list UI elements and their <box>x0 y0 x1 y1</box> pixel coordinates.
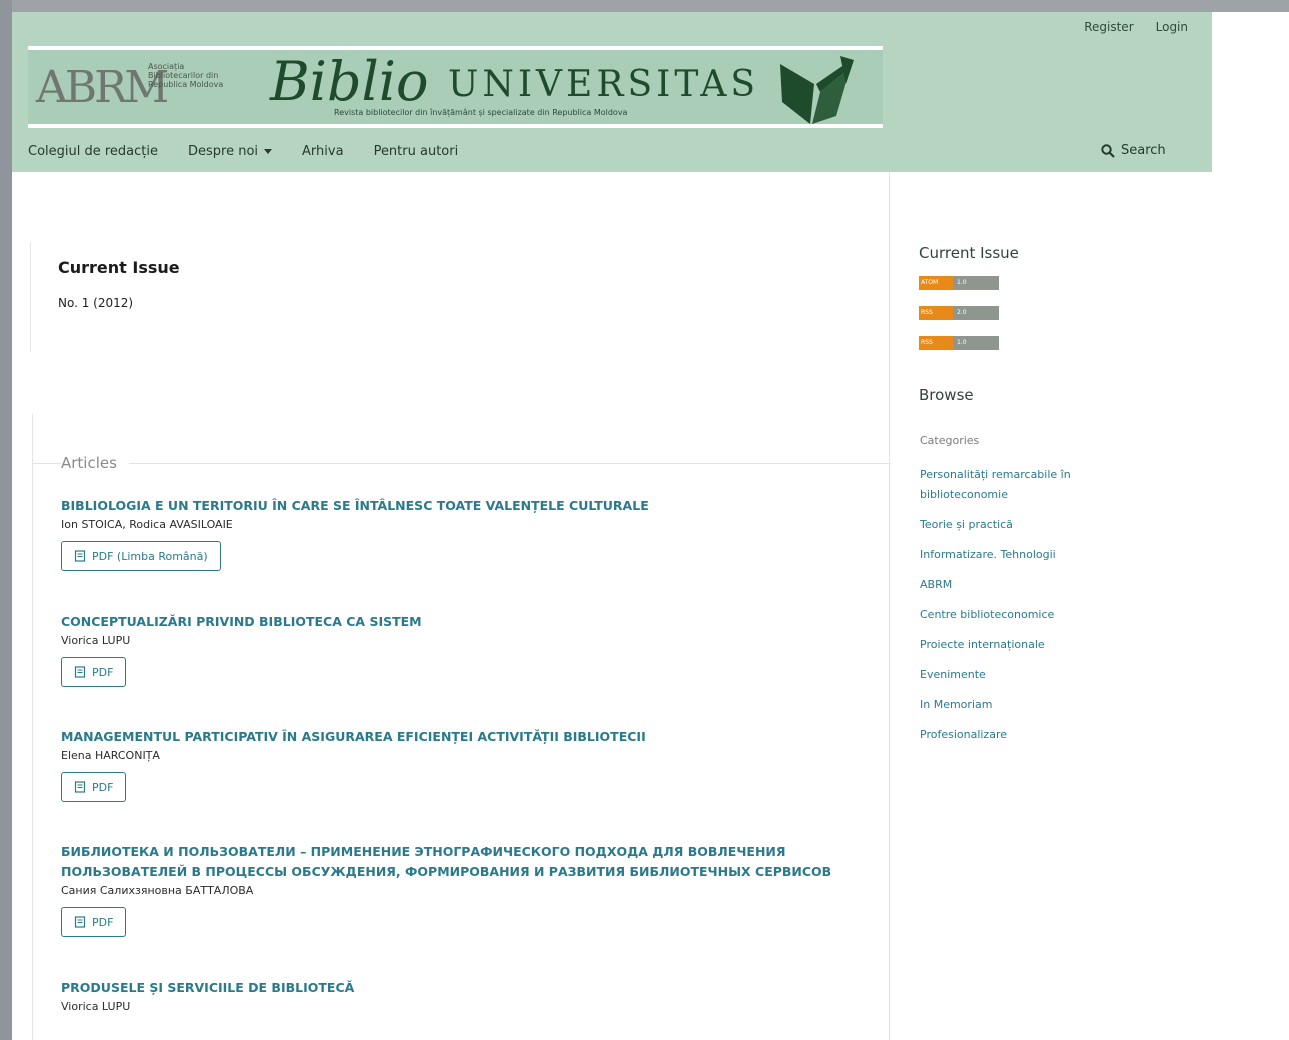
abrm-logo: ABRM <box>36 62 169 113</box>
nav-colegiul-de-redactie[interactable]: Colegiul de redacție <box>28 144 158 159</box>
association-name: Asociația Bibliotecarilor din Republica … <box>148 62 224 89</box>
article-item: PRODUSELE ȘI SERVICIILE DE BIBLIOTECĂ Vi… <box>61 978 861 1013</box>
nav-pentru-autori[interactable]: Pentru autori <box>374 144 459 159</box>
article-title-link[interactable]: MANAGEMENTUL PARTICIPATIV ÎN ASIGURAREA … <box>61 727 861 747</box>
window-backdrop-top <box>0 0 1289 12</box>
feed-type: ATOM <box>919 276 953 290</box>
article-item: CONCEPTUALIZĂRI PRIVIND BIBLIOTECA CA SI… <box>61 612 861 687</box>
article-authors: Ion STOICA, Rodica AVASILOAIE <box>61 518 233 531</box>
nav-despre-noi[interactable]: Despre noi <box>188 144 273 159</box>
browse-item[interactable]: Proiecte internaționale <box>920 635 1120 655</box>
article-authors: Сания Салихзяновна БАТТАЛОВА <box>61 884 254 897</box>
login-link[interactable]: Login <box>1156 20 1188 34</box>
sidebar-browse-title: Browse <box>919 386 974 404</box>
user-nav: Register Login <box>1084 20 1188 34</box>
nav-label: Pentru autori <box>373 144 459 159</box>
document-icon <box>74 666 86 678</box>
browse-item[interactable]: ABRM <box>920 575 1120 595</box>
article-title-link[interactable]: BIBLIOLOGIA E UN TERITORIU ÎN CARE SE ÎN… <box>61 496 861 516</box>
feed-type: RSS <box>919 306 953 320</box>
book-logo-icon <box>780 56 854 124</box>
pdf-button[interactable]: PDF (Limba Română) <box>61 541 221 571</box>
nav-label: Arhiva <box>302 144 344 159</box>
document-icon <box>74 781 86 793</box>
browse-item[interactable]: Centre biblioteconomice <box>920 605 1120 625</box>
issue-divider <box>30 242 31 352</box>
feed-version: 1.0 <box>953 336 999 350</box>
site-header: Register Login ABRM Asociația Biblioteca… <box>12 12 1212 172</box>
pdf-button[interactable]: PDF <box>61 772 127 802</box>
feed-version: 2.0 <box>953 306 999 320</box>
feed-type: RSS <box>919 336 953 350</box>
browse-categories[interactable]: Categories <box>920 431 1120 451</box>
article-title-link[interactable]: CONCEPTUALIZĂRI PRIVIND BIBLIOTECA CA SI… <box>61 612 861 632</box>
journal-subtitle: Revista bibliotecilor din învățământ și … <box>334 108 628 117</box>
chevron-down-icon <box>264 149 273 154</box>
browse-item[interactable]: Informatizare. Tehnologii <box>920 545 1120 565</box>
browse-item[interactable]: Evenimente <box>920 665 1120 685</box>
search-label: Search <box>1121 143 1166 158</box>
article-title-link[interactable]: БИБЛИОТЕКА И ПОЛЬЗОВАТЕЛИ – ПРИМЕНЕНИЕ Э… <box>61 842 861 882</box>
sidebar: Current Issue ATOM 1.0 RSS 2.0 RSS 1.0 Brow… <box>890 172 1212 1040</box>
search-icon <box>1101 143 1115 158</box>
main-content: Current Issue No. 1 (2012) Articles BIBL… <box>12 172 891 1040</box>
register-link[interactable]: Register <box>1084 20 1133 34</box>
article-authors: Viorica LUPU <box>61 1000 131 1013</box>
document-icon <box>74 550 86 562</box>
nav-arhiva[interactable]: Arhiva <box>302 144 344 159</box>
browse-item[interactable]: Teorie și practică <box>920 515 1120 535</box>
pdf-button[interactable]: PDF <box>61 657 127 687</box>
pdf-button[interactable]: PDF <box>61 907 127 937</box>
article-item: BIBLIOLOGIA E UN TERITORIU ÎN CARE SE ÎN… <box>61 496 861 571</box>
browse-item[interactable]: Personalități remarcabile în bibliotecon… <box>920 465 1120 505</box>
article-item: MANAGEMENTUL PARTICIPATIV ÎN ASIGURAREA … <box>61 727 861 802</box>
sidebar-current-issue-title: Current Issue <box>919 244 1019 262</box>
journal-page: Register Login ABRM Asociația Biblioteca… <box>12 12 1212 1040</box>
article-authors: Viorica LUPU <box>61 634 131 647</box>
article-item: БИБЛИОТЕКА И ПОЛЬЗОВАТЕЛИ – ПРИМЕНЕНИЕ Э… <box>61 842 861 937</box>
pdf-button-label: PDF (Limba Română) <box>92 549 208 563</box>
browse-item[interactable]: In Memoriam <box>920 695 1120 715</box>
pdf-button-label: PDF <box>92 915 114 929</box>
logo-biblio-script: Biblio <box>270 50 429 113</box>
search-link[interactable]: Search <box>1101 143 1166 158</box>
primary-nav: Colegiul de redacție Despre noi Arhiva P… <box>28 144 488 159</box>
section-divider <box>33 463 891 464</box>
logo-universitas: UNIVERSITAS <box>448 64 760 105</box>
issue-identification: No. 1 (2012) <box>58 296 134 310</box>
articles-heading: Articles <box>61 454 129 472</box>
nav-label: Colegiul de redacție <box>28 144 158 159</box>
journal-logo-banner[interactable]: ABRM Asociația Bibliotecarilor din Repub… <box>28 46 883 128</box>
nav-label: Despre noi <box>188 144 259 159</box>
pdf-button-label: PDF <box>92 780 114 794</box>
page-title: Current Issue <box>58 258 180 277</box>
document-icon <box>74 916 86 928</box>
rss1-feed-badge[interactable]: RSS 1.0 <box>919 336 999 350</box>
pdf-button-label: PDF <box>92 665 114 679</box>
browse-item[interactable]: Profesionalizare <box>920 725 1120 745</box>
rss2-feed-badge[interactable]: RSS 2.0 <box>919 306 999 320</box>
feed-version: 1.0 <box>953 276 999 290</box>
atom-feed-badge[interactable]: ATOM 1.0 <box>919 276 999 290</box>
window-backdrop-right <box>1212 12 1289 1040</box>
article-authors: Elena HARCONIȚA <box>61 749 160 762</box>
articles-section: Articles BIBLIOLOGIA E UN TERITORIU ÎN C… <box>32 414 891 1040</box>
article-title-link[interactable]: PRODUSELE ȘI SERVICIILE DE BIBLIOTECĂ <box>61 978 861 998</box>
window-backdrop-left <box>0 0 12 1040</box>
